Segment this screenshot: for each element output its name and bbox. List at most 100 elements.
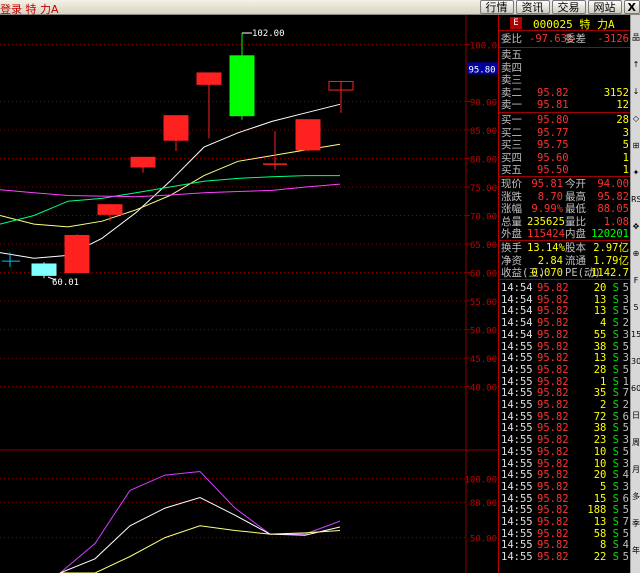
ma-line-2 [0,175,340,225]
buy-label: 买三 [501,139,522,151]
tick-side: S [606,551,619,564]
price-label: 85.00 [470,127,497,137]
candle-body [64,234,90,274]
price-label: 45.00 [470,355,497,365]
tick-side: S [606,340,619,353]
toolbar-item[interactable]: 月 [631,465,640,475]
zixun-button[interactable]: 资讯 [515,0,550,14]
tick-price: 95.82 [537,410,569,423]
buy-price: 95.50 [537,164,569,176]
ma-line-1 [0,143,341,228]
toolbar-item[interactable]: 30 [631,357,640,367]
tick-time: 14:55 [501,399,533,411]
tick-side: S [606,492,619,505]
tick-price: 95.82 [537,340,569,353]
tick-volume: 35 S [594,387,619,399]
toolbar-item[interactable]: RS [631,195,640,205]
toolbar-item[interactable]: ✦ [631,168,640,178]
toolbar-item[interactable]: 季 [631,519,640,529]
stat-value: 2.97亿 [593,242,629,254]
tick-row: 14:55 95.82 20 S4 [499,469,631,481]
hangqing-button[interactable]: 行情 [479,0,514,14]
price-label: 40.00 [470,384,497,394]
stat-row: 外盘 115424 内盘 120201 [499,228,631,240]
toolbar-item[interactable]: 日 [631,411,640,421]
stat-row: 净资 2.84 流通 1.79亿 [499,255,631,267]
indicator-label: 100.00 [464,476,497,486]
stat-value: 2.84 [537,254,563,267]
stat-row: 换手 13.14% 股本 2.97亿 [499,242,631,254]
tick-volume: 188 S [587,504,619,516]
stock-title[interactable]: 000025 特 力A [533,16,615,32]
close-button[interactable]: X [623,0,640,14]
tick-vol: 72 [593,410,607,423]
tick-side: S [606,516,619,528]
tick-side: S [606,282,619,294]
toolbar-item[interactable]: 周 [631,438,640,448]
jiaoyi-button[interactable]: 交易 [551,0,586,14]
tick-row: 14:54 95.82 55 S3 [499,329,631,341]
tick-side: S [606,469,619,482]
tick-time: 14:54 [501,328,533,341]
tick-vol: 13 [593,516,607,528]
tick-price: 95.82 [537,445,569,458]
tick-price: 95.82 [537,399,569,411]
toolbar-item[interactable]: ↓ [631,87,640,97]
sell-label: 卖四 [501,61,522,74]
tick-volume: 38 S [594,341,619,353]
stat-value: 120201 [591,228,629,240]
ma-line-3 [0,183,341,198]
toolbar-item[interactable]: 15 [631,330,640,340]
buy-row: 买二 95.77 3 [499,127,631,139]
toolbar-item[interactable]: ◇ [631,114,640,124]
buy-volume: 5 [622,139,629,151]
stat-label: 最低 [565,203,586,215]
stat-value: 1.79亿 [593,254,629,267]
toolbar-item[interactable]: ↑ [631,60,640,70]
toolbar-item[interactable]: ✥ [631,222,640,232]
stat-value: 9.99% [531,203,563,215]
stat-value: 115424 [527,228,565,240]
buy-volume: 1 [622,164,629,176]
toolbar-item[interactable]: 年 [631,546,640,556]
toolbar-item[interactable]: ⊞ [631,141,640,151]
tick-count: 3 [622,293,629,306]
stat-label: 总量 [501,215,522,228]
tick-row: 14:55 95.82 58 S5 [499,528,631,540]
toolbar-item[interactable]: ⊕ [631,249,640,259]
kline-chart[interactable]: 102.00 60.01 100.0 95.80 90.00 85.00 80.00 75.… [0,15,498,573]
tick-count: 5 [622,527,629,540]
sell-price: 95.82 [537,86,569,99]
tick-side: S [606,480,619,493]
price-label: 75.00 [470,184,497,194]
stat-label: 今开 [565,178,586,190]
tick-volume: 13 S [594,305,619,317]
toolbar-item[interactable]: 品 [631,33,640,43]
toolbar-item[interactable]: 60 [631,384,640,394]
price-axis: 100.0 95.80 90.00 85.00 80.00 75.00 70.00 65.00… [464,41,498,545]
tick-count: 1 [622,375,629,388]
stat-label: 股本 [565,242,586,254]
toolbar-item[interactable]: 5 [631,303,640,313]
toolbar-item[interactable]: 多 [631,492,640,502]
tick-row: 14:55 95.82 38 S5 [499,341,631,353]
stat-value: 95.82 [597,190,629,203]
tick-time: 14:54 [501,317,533,330]
buy-row: 买四 95.60 1 [499,152,631,164]
tick-time: 14:55 [501,445,533,458]
toolbar-item[interactable]: F [631,276,640,286]
buy-price: 95.60 [537,151,569,164]
buy-price: 95.80 [537,114,569,126]
tick-vol: 23 [593,434,607,447]
tick-side: S [606,399,619,411]
tick-volume: 72 S [594,411,619,423]
tick-time: 14:55 [501,504,533,517]
tick-volume: 20 S [594,282,619,294]
stat-value: 1.08 [603,215,629,228]
tick-time: 14:55 [501,352,533,365]
indicator-line-1 [59,496,341,573]
right-toolbar: 品 ↑ ↓ ◇ ⊞ ✦ RS ✥ ⊕ F 5 15 30 60 日周月多季年 [630,15,640,573]
exchange-logo: E [510,17,522,29]
wangzhan-button[interactable]: 网站 [587,0,622,14]
tick-side: S [606,387,619,400]
